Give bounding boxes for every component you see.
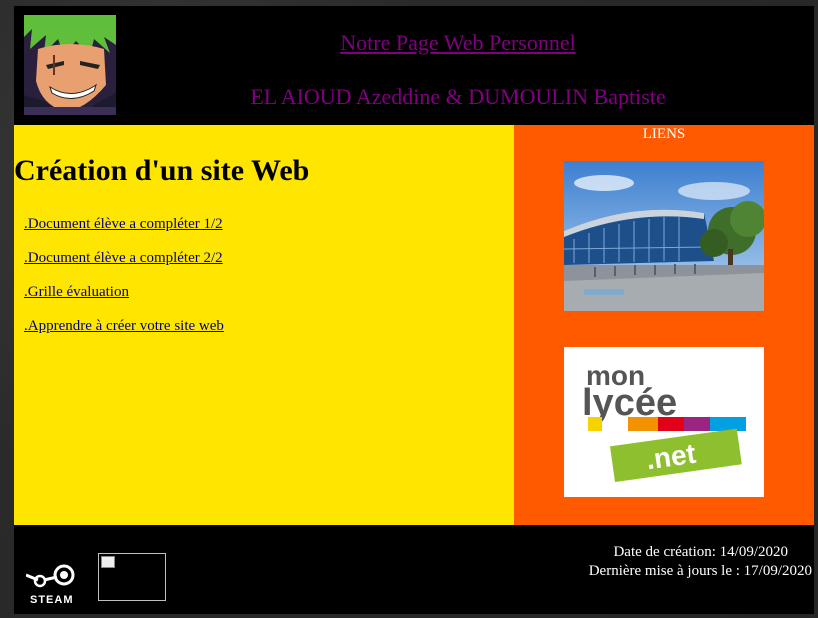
- last-update-date: Dernière mise à jours le : 17/09/2020: [588, 563, 812, 579]
- links-sidebar: LIENS mon lycée .net: [514, 125, 814, 525]
- steam-label: STEAM: [30, 594, 74, 605]
- header: Notre Page Web Personnel EL AIOUD Azeddi…: [14, 6, 814, 125]
- lycee-building-image[interactable]: [563, 161, 766, 311]
- links-heading: LIENS: [642, 126, 686, 142]
- site-title-link[interactable]: Notre Page Web Personnel: [14, 30, 818, 56]
- broken-image-link[interactable]: [98, 553, 166, 601]
- link-grille-evaluation[interactable]: .Grille évaluation: [24, 283, 224, 317]
- page-heading: Création d'un site Web: [14, 154, 310, 187]
- broken-image-icon: [101, 556, 115, 568]
- link-apprendre-site-web[interactable]: .Apprendre à créer votre site web: [24, 317, 224, 351]
- authors-text: EL AIOUD Azeddine & DUMOULIN Baptiste: [250, 84, 666, 109]
- date-info: Date de création: 14/09/2020 Dernière mi…: [589, 543, 812, 581]
- document-link-list: .Document élève a compléter 1/2 .Documen…: [24, 215, 224, 351]
- steam-logo-link[interactable]: STEAM: [25, 561, 96, 606]
- page-frame: Notre Page Web Personnel EL AIOUD Azeddi…: [14, 6, 814, 614]
- footer: STEAM Date de création: 14/09/2020 Derni…: [14, 525, 814, 614]
- mon-lycee-net-logo[interactable]: mon lycée .net: [564, 347, 764, 497]
- link-document-1[interactable]: .Document élève a compléter 1/2: [24, 215, 224, 249]
- creation-date: Date de création: 14/09/2020: [613, 544, 788, 560]
- main-content: Création d'un site Web .Document élève a…: [14, 125, 514, 525]
- link-document-2[interactable]: .Document élève a compléter 2/2: [24, 249, 224, 283]
